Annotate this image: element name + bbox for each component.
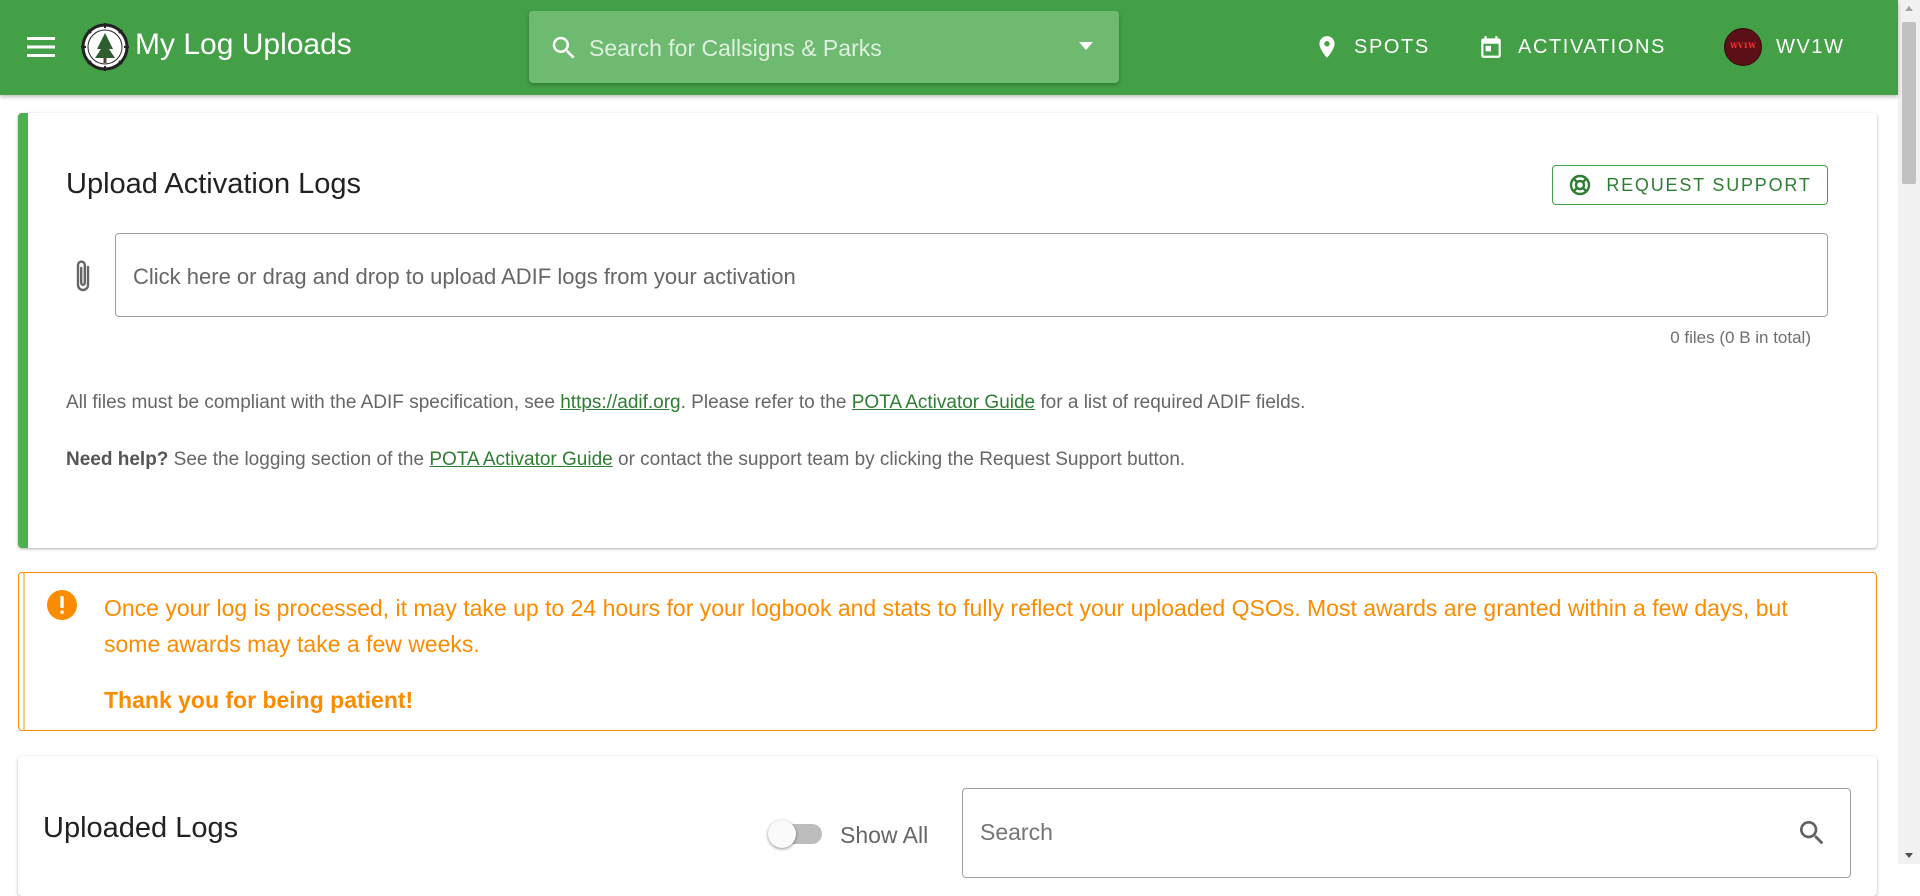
alert-message: Once your log is processed, it may take … (104, 595, 1788, 657)
alert-accent-bar (23, 573, 25, 730)
help-bold: Need help? (66, 449, 169, 470)
nav-spots-button[interactable]: SPOTS (1314, 26, 1430, 68)
adif-compliance-note: All files must be compliant with the ADI… (66, 392, 1305, 414)
info1-mid: . Please refer to the (680, 392, 852, 413)
card-accent-bar (18, 113, 28, 548)
scroll-up-arrow-icon[interactable] (1905, 6, 1913, 11)
upload-title: Upload Activation Logs (66, 168, 362, 200)
alert-thanks: Thank you for being patient! (104, 687, 414, 713)
uploaded-logs-title: Uploaded Logs (43, 812, 239, 844)
logs-search-input[interactable]: Search (962, 788, 1851, 878)
adif-file-input[interactable]: Click here or drag and drop to upload AD… (115, 233, 1828, 317)
info2-post: or contact the support team by clicking … (612, 449, 1186, 470)
avatar-text: WV1W (1729, 41, 1757, 50)
file-count: 0 files (0 B in total) (1670, 328, 1811, 347)
user-menu-button[interactable]: WV1W WV1W (1724, 26, 1845, 68)
nav-spots-label: SPOTS (1354, 35, 1430, 58)
show-all-toggle[interactable]: Show All (768, 816, 946, 850)
request-support-button[interactable]: REQUEST SUPPORT (1552, 165, 1828, 205)
upload-logs-card: Upload Activation Logs REQUEST SUPPORT C… (18, 113, 1877, 548)
nav-activations-button[interactable]: ACTIVATIONS (1478, 26, 1666, 68)
search-placeholder: Search for Callsigns & Parks (589, 35, 882, 61)
page-scrollbar[interactable] (1898, 0, 1920, 864)
nav-activations-label: ACTIVATIONS (1518, 35, 1666, 58)
calendar-icon (1481, 36, 1501, 58)
scrollbar-thumb[interactable] (1902, 22, 1916, 184)
app-bar: My Log Uploads Search for Callsigns & Pa… (0, 0, 1898, 95)
search-icon[interactable] (1796, 817, 1828, 849)
toggle-thumb (768, 820, 796, 848)
pota-logo-icon[interactable] (80, 22, 130, 72)
search-icon (552, 36, 575, 59)
info1-post: for a list of required ADIF fields. (1035, 392, 1306, 413)
paperclip-icon[interactable] (70, 257, 98, 297)
show-all-label: Show All (840, 822, 929, 848)
file-input-placeholder: Click here or drag and drop to upload AD… (133, 264, 796, 289)
map-pin-icon (1319, 36, 1335, 58)
info2-pre: See the logging section of the (168, 449, 430, 470)
info1-pre: All files must be compliant with the ADI… (66, 392, 561, 413)
lifebuoy-icon (1570, 174, 1591, 196)
callsign-park-search[interactable]: Search for Callsigns & Parks (529, 11, 1119, 83)
uploaded-logs-card: Uploaded Logs Show All Search (18, 756, 1877, 896)
dropdown-arrow-icon[interactable] (1077, 40, 1095, 52)
exclamation-circle-icon (47, 590, 77, 620)
help-note: Need help? See the logging section of th… (66, 449, 1185, 471)
avatar: WV1W (1724, 28, 1762, 66)
activator-guide-link[interactable]: POTA Activator Guide (852, 392, 1035, 413)
request-support-label: REQUEST SUPPORT (1606, 174, 1812, 195)
activator-guide-link-2[interactable]: POTA Activator Guide (429, 449, 612, 470)
menu-button[interactable] (24, 32, 58, 62)
hamburger-menu-icon (27, 37, 55, 57)
user-callsign: WV1W (1776, 35, 1845, 58)
processing-warning-alert: Once your log is processed, it may take … (18, 572, 1877, 731)
logs-search-placeholder: Search (980, 819, 1053, 845)
adif-org-link[interactable]: https://adif.org (560, 392, 680, 413)
app-title: My Log Uploads (135, 28, 352, 61)
scroll-down-arrow-icon[interactable] (1905, 853, 1913, 858)
